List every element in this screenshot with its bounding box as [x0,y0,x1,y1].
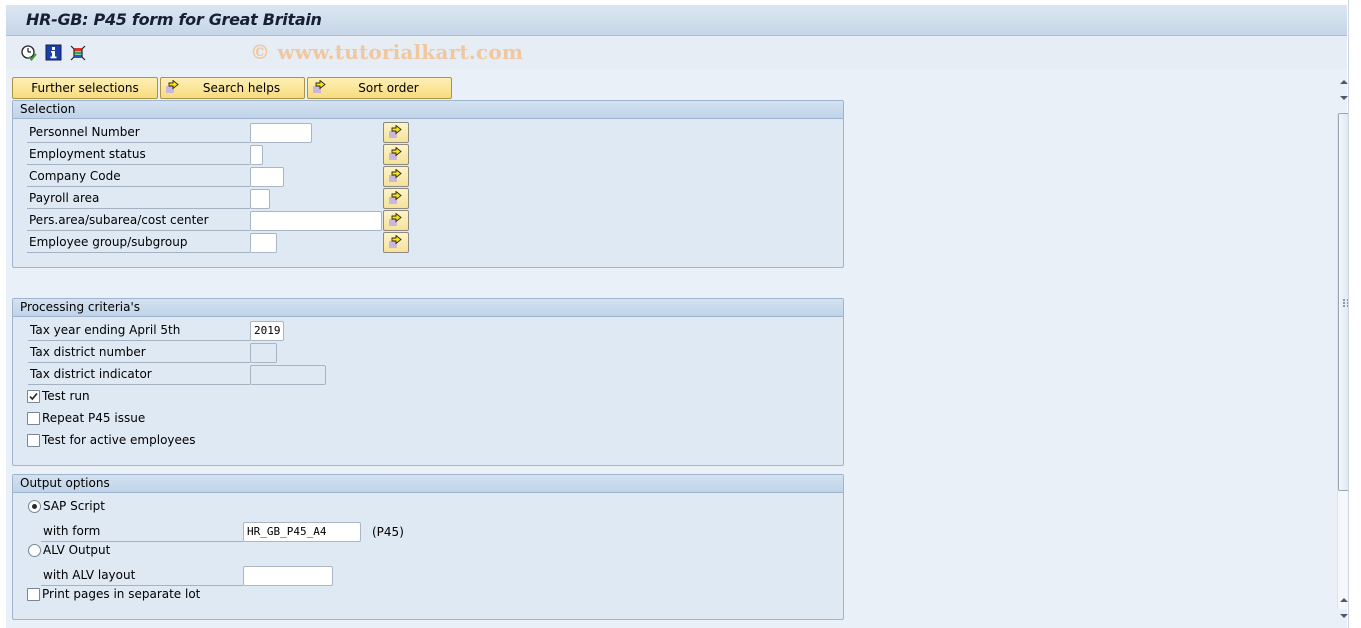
multiple-selection-arrow-icon [389,235,402,248]
sort-order-button[interactable]: Sort order [307,77,452,99]
multiple-selection-arrow-icon [166,79,180,94]
processing-criteria-group: Processing criteria's Tax year ending Ap… [12,298,844,466]
selection-group: Selection Personnel Number Employment st… [12,100,844,268]
pers-area-multiple-selection-button[interactable] [383,210,409,231]
alv-layout-input[interactable] [243,566,333,586]
personnel-number-input[interactable] [250,123,312,143]
test-active-employees-checkbox[interactable] [27,434,40,447]
test-run-label: Test run [42,389,90,403]
pers-area-label: Pers.area/subarea/cost center [27,210,250,231]
multiple-selection-arrow-icon [389,213,402,226]
multiple-selection-arrow-icon [389,125,402,138]
employee-group-label: Employee group/subgroup [27,232,250,253]
personnel-number-label: Personnel Number [27,122,250,143]
multiple-selection-arrow-icon [389,191,402,204]
sap-script-radio[interactable] [28,500,41,513]
personnel-number-multiple-selection-button[interactable] [383,122,409,143]
output-options-title: Output options [13,475,843,493]
employment-status-input[interactable] [250,145,263,165]
alv-output-radio[interactable] [28,544,41,557]
multiple-selection-arrow-icon [313,79,327,94]
tax-district-number-label: Tax district number [28,342,250,363]
selection-options-icon[interactable] [69,44,87,62]
alv-output-label: ALV Output [43,543,111,557]
multiple-selection-arrow-icon [389,169,402,182]
with-form-suffix: (P45) [372,525,404,539]
employee-group-multiple-selection-button[interactable] [383,232,409,253]
payroll-area-multiple-selection-button[interactable] [383,188,409,209]
company-code-input[interactable] [250,167,284,187]
tax-district-indicator-label: Tax district indicator [28,364,250,385]
employment-status-label: Employment status [27,144,250,165]
search-helps-label: Search helps [202,81,281,95]
alv-layout-label: with ALV layout [41,565,243,586]
company-code-label: Company Code [27,166,250,187]
company-code-multiple-selection-button[interactable] [383,166,409,187]
repeat-p45-checkbox[interactable] [27,412,40,425]
test-run-checkbox[interactable] [27,390,40,403]
with-form-input[interactable]: HR_GB_P45_A4 [243,522,361,542]
employment-status-multiple-selection-button[interactable] [383,144,409,165]
watermark: © www.tutorialkart.com [250,40,524,64]
window-right-edge [1348,0,1361,628]
sap-script-label: SAP Script [43,499,105,513]
test-active-employees-label: Test for active employees [42,433,196,447]
further-selections-label: Further selections [31,81,139,95]
tax-district-indicator-input [250,365,326,385]
with-form-label: with form [41,521,243,542]
sap-screen: HR-GB: P45 form for Great Britain © www.… [6,5,1352,628]
employee-group-input[interactable] [250,233,277,253]
processing-criteria-title: Processing criteria's [13,299,843,317]
multiple-selection-arrow-icon [389,147,402,160]
tax-year-input[interactable]: 2019 [250,321,284,341]
execute-clock-icon[interactable] [20,44,38,62]
info-icon[interactable] [45,44,63,62]
application-toolbar: © www.tutorialkart.com [6,37,1347,69]
print-separate-lot-label: Print pages in separate lot [42,587,201,601]
tax-year-label: Tax year ending April 5th [28,320,250,341]
print-separate-lot-checkbox[interactable] [27,588,40,601]
title-bar: HR-GB: P45 form for Great Britain [6,5,1347,36]
repeat-p45-label: Repeat P45 issue [42,411,146,425]
selection-group-title: Selection [13,101,843,119]
search-helps-button[interactable]: Search helps [160,77,305,99]
page-title: HR-GB: P45 form for Great Britain [26,10,322,29]
checkmark-icon [29,392,38,401]
tax-district-number-input [250,343,277,363]
payroll-area-input[interactable] [250,189,270,209]
output-options-group: Output options SAP Script with form HR_G… [12,474,844,620]
pers-area-input[interactable] [250,211,382,231]
payroll-area-label: Payroll area [27,188,250,209]
further-selections-button[interactable]: Further selections [12,77,158,99]
sort-order-label: Sort order [358,81,419,95]
